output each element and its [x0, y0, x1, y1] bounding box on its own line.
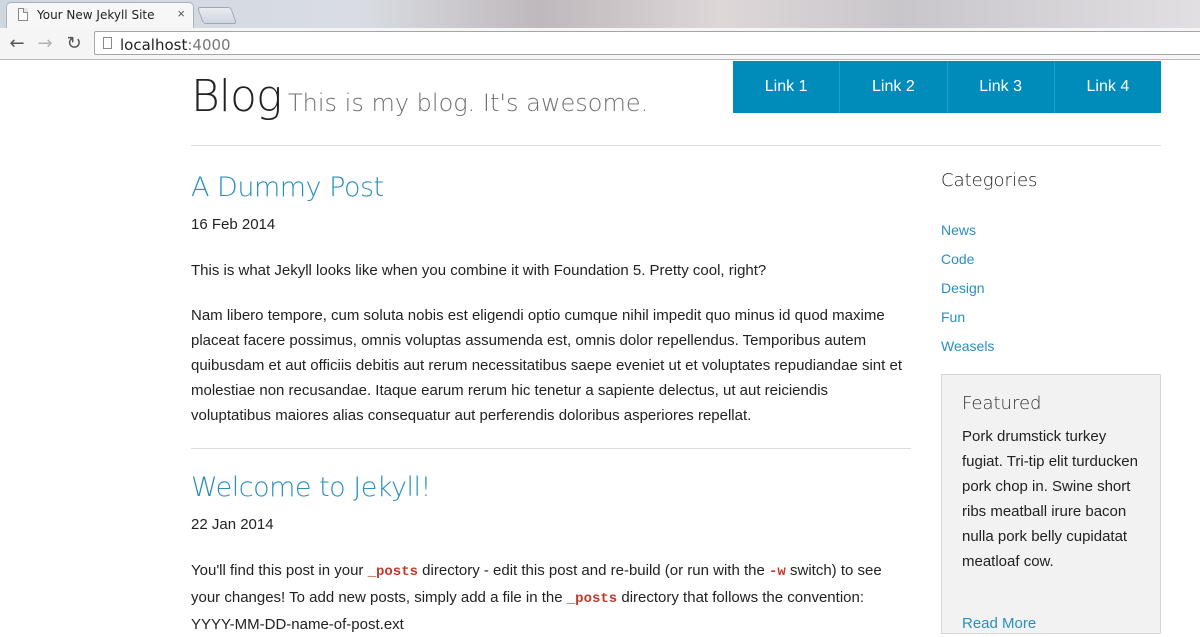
featured-heading: Featured — [962, 393, 1042, 414]
address-bar[interactable]: localhost:4000 — [94, 31, 1200, 55]
category-link-news[interactable]: News — [941, 216, 994, 245]
category-link-design[interactable]: Design — [941, 274, 994, 303]
category-link-weasels[interactable]: Weasels — [941, 332, 994, 361]
post-body: You'll find this post in your _posts dir… — [191, 558, 911, 637]
browser-toolbar: ← → ↻ localhost:4000 — [0, 28, 1200, 60]
category-link-fun[interactable]: Fun — [941, 303, 994, 332]
post-body: Nam libero tempore, cum soluta nobis est… — [191, 307, 902, 424]
close-icon[interactable]: × — [177, 6, 185, 22]
url-host: localhost — [120, 36, 188, 54]
page-content: Blog This is my blog. It's awesome. Link… — [0, 60, 1200, 634]
category-list: News Code Design Fun Weasels — [941, 216, 994, 361]
url-text[interactable]: localhost:4000 — [120, 36, 231, 54]
nav-link-3[interactable]: Link 3 — [948, 61, 1055, 113]
back-icon[interactable]: ← — [6, 33, 28, 55]
site-tagline: This is my blog. It's awesome. — [288, 89, 649, 117]
post-intro: This is what Jekyll looks like when you … — [191, 262, 767, 279]
post-date: 22 Jan 2014 — [191, 516, 274, 533]
code-snippet: _posts — [367, 564, 419, 580]
browser-tab-strip: Your New Jekyll Site × — [0, 0, 1200, 28]
read-more-link[interactable]: Read More — [962, 615, 1036, 632]
top-navigation: Link 1 Link 2 Link 3 Link 4 — [733, 61, 1161, 113]
site-title[interactable]: Blog — [191, 72, 282, 122]
post-text: directory - edit this post and re-build … — [418, 562, 770, 579]
post-divider — [191, 448, 911, 449]
nav-link-2[interactable]: Link 2 — [840, 61, 948, 113]
post-title-link[interactable]: A Dummy Post — [191, 171, 384, 205]
url-port: :4000 — [187, 36, 231, 54]
tab-title: Your New Jekyll Site — [37, 8, 155, 22]
featured-text: Pork drumstick turkey fugiat. Tri-tip el… — [962, 428, 1138, 570]
featured-panel: Featured Pork drumstick turkey fugiat. T… — [941, 374, 1161, 634]
header-divider — [191, 145, 1161, 146]
reload-icon[interactable]: ↻ — [63, 33, 85, 55]
page-icon — [18, 8, 28, 21]
nav-link-1[interactable]: Link 1 — [733, 61, 841, 113]
new-tab-button[interactable] — [196, 7, 238, 24]
categories-heading: Categories — [941, 170, 1038, 191]
code-snippet: _posts — [566, 591, 618, 607]
forward-icon[interactable]: → — [34, 33, 56, 55]
post-date: 16 Feb 2014 — [191, 216, 276, 233]
code-snippet: -w — [769, 564, 786, 580]
category-link-code[interactable]: Code — [941, 245, 994, 274]
nav-link-4[interactable]: Link 4 — [1055, 61, 1161, 113]
post-title-link[interactable]: Welcome to Jekyll! — [191, 471, 431, 505]
page-icon — [103, 37, 112, 49]
browser-tab[interactable]: Your New Jekyll Site × — [6, 2, 194, 28]
post-text: You'll find this post in your — [191, 562, 368, 579]
